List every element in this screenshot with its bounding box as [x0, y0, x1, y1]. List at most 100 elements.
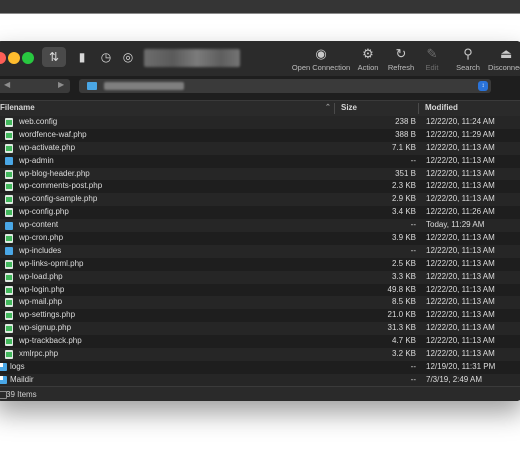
file-name: wp-content — [19, 220, 59, 230]
file-name: logs — [10, 361, 25, 371]
file-modified: 7/3/19, 2:49 AM — [426, 374, 483, 384]
file-modified: 12/22/20, 11:13 AM — [426, 310, 495, 320]
file-name: wp-cron.php — [19, 233, 64, 243]
php-file-icon — [5, 350, 13, 360]
file-row[interactable]: logs -- 12/19/20, 11:31 PM — [0, 360, 520, 374]
file-modified: 12/22/20, 11:13 AM — [426, 349, 495, 359]
zoom-window-button[interactable] — [22, 52, 34, 64]
minimize-window-button[interactable] — [8, 52, 20, 64]
folder-alias-icon — [0, 363, 7, 372]
file-size: 3.2 KB — [391, 349, 416, 359]
chevron-up-icon: ⌃ — [325, 104, 331, 111]
file-row[interactable]: wp-content -- Today, 11:29 AM — [0, 219, 520, 233]
php-file-icon — [5, 130, 13, 140]
file-name: wp-signup.php — [19, 323, 72, 333]
file-size: 3.4 KB — [391, 207, 416, 217]
file-row[interactable]: wp-config.php 3.4 KB 12/22/20, 11:26 AM — [0, 206, 520, 220]
file-modified: 12/22/20, 11:13 AM — [426, 181, 495, 191]
file-size: 2.3 KB — [391, 181, 416, 191]
file-name: wp-comments-post.php — [19, 181, 103, 191]
status-bar: 39 Items — [0, 386, 520, 401]
file-row[interactable]: wp-mail.php 8.5 KB 12/22/20, 11:13 AM — [0, 296, 520, 310]
file-row[interactable]: wp-login.php 49.8 KB 12/22/20, 11:13 AM — [0, 283, 520, 297]
close-window-button[interactable] — [0, 52, 6, 64]
top-divider — [0, 13, 520, 14]
disconnect-label: Disconnect — [488, 63, 520, 72]
file-row[interactable]: wp-trackback.php 4.7 KB 12/22/20, 11:13 AM — [0, 335, 520, 349]
file-row[interactable]: wp-activate.php 7.1 KB 12/22/20, 11:13 AM — [0, 141, 520, 155]
path-bar: ◀ ▶ ↕ — [0, 79, 520, 99]
file-row[interactable]: xmlrpc.php 3.2 KB 12/22/20, 11:13 AM — [0, 348, 520, 361]
file-row[interactable]: wp-blog-header.php 351 B 12/22/20, 11:13 A… — [0, 167, 520, 181]
item-count: 39 Items — [6, 390, 37, 399]
file-size: 21.0 KB — [387, 310, 416, 320]
file-list: web.config 238 B 12/22/20, 11:24 AM wordfen… — [0, 116, 520, 387]
file-modified: 12/22/20, 11:13 AM — [426, 142, 495, 152]
file-name: wp-config.php — [19, 207, 69, 217]
file-size: 238 B — [395, 117, 416, 126]
file-row[interactable]: wp-config-sample.php 2.9 KB 12/22/20, 11:1… — [0, 193, 520, 207]
refresh-icon: ↻ — [395, 46, 407, 61]
file-row[interactable]: wp-admin -- 12/22/20, 11:13 AM — [0, 154, 520, 168]
file-size: 31.3 KB — [387, 323, 416, 333]
file-modified: 12/22/20, 11:13 AM — [426, 245, 495, 255]
file-name: xmlrpc.php — [19, 349, 59, 359]
file-modified: 12/22/20, 11:24 AM — [426, 117, 495, 126]
browser-view-button[interactable]: ⇅ — [42, 47, 66, 67]
file-row[interactable]: wp-cron.php 3.9 KB 12/22/20, 11:13 AM — [0, 232, 520, 245]
file-name: wp-login.php — [19, 284, 65, 294]
php-file-icon — [5, 195, 13, 205]
path-redacted — [104, 82, 184, 90]
bookmarks-button[interactable]: ▮ — [74, 47, 90, 67]
file-row[interactable]: wp-comments-post.php 2.3 KB 12/22/20, 11:1… — [0, 180, 520, 194]
file-modified: Today, 11:29 AM — [426, 220, 485, 230]
action-button[interactable]: ⚙ Action — [354, 45, 382, 72]
file-row[interactable]: wp-load.php 3.3 KB 12/22/20, 11:13 AM — [0, 270, 520, 284]
refresh-button[interactable]: ↻ Refresh — [387, 45, 415, 72]
size-column-header[interactable]: Size — [341, 103, 357, 112]
file-row[interactable]: wp-settings.php 21.0 KB 12/22/20, 11:13 AM — [0, 309, 520, 323]
file-name: wp-trackback.php — [19, 336, 82, 346]
file-size: 388 B — [395, 129, 416, 139]
file-modified: 12/22/20, 11:13 AM — [426, 258, 495, 268]
forward-icon[interactable]: ▶ — [58, 80, 64, 89]
file-size: 3.3 KB — [391, 271, 416, 281]
edit-label: Edit — [425, 63, 439, 72]
php-file-icon — [5, 311, 13, 321]
ftp-browser-window: ⇅ ▮ ◷ ◎ ◉ Open Connection ⚙ Action ↻ Ref… — [0, 41, 520, 401]
file-row[interactable]: wordfence-waf.php 388 B 12/22/20, 11:29 AM — [0, 128, 520, 142]
back-icon[interactable]: ◀ — [4, 80, 10, 89]
file-row[interactable]: wp-signup.php 31.3 KB 12/22/20, 11:13 AM — [0, 322, 520, 336]
search-button[interactable]: ⚲ Search — [454, 45, 482, 72]
bookmark-icon: ▮ — [78, 50, 86, 64]
open-connection-button[interactable]: ◉ Open Connection — [290, 45, 352, 72]
gear-icon: ⚙ — [362, 46, 374, 61]
php-file-icon — [5, 118, 13, 127]
file-name: wp-mail.php — [19, 297, 63, 307]
file-name: wp-includes — [19, 245, 62, 255]
file-size: 49.8 KB — [387, 284, 416, 294]
folder-icon — [5, 221, 13, 230]
file-row[interactable]: Maildir -- 7/3/19, 2:49 AM — [0, 373, 520, 387]
file-row[interactable]: web.config 238 B 12/22/20, 11:24 AM — [0, 116, 520, 129]
file-row[interactable]: wp-links-opml.php 2.5 KB 12/22/20, 11:13 A… — [0, 257, 520, 271]
disconnect-button[interactable]: ⏏ Disconnect — [488, 45, 520, 72]
file-name: wp-links-opml.php — [19, 258, 84, 268]
filename-column-header[interactable]: Filename — [0, 103, 35, 112]
globe-plus-icon: ◉ — [315, 46, 327, 61]
file-modified: 12/22/20, 11:13 AM — [426, 155, 495, 165]
modified-column-header[interactable]: Modified — [425, 103, 458, 112]
file-modified: 12/22/20, 11:13 AM — [426, 194, 495, 204]
php-file-icon — [5, 169, 13, 179]
path-dropdown-icon[interactable]: ↕ — [478, 81, 488, 91]
bonjour-button[interactable]: ◎ — [120, 47, 136, 67]
file-size: 8.5 KB — [391, 297, 416, 307]
folder-icon — [5, 247, 13, 256]
file-row[interactable]: wp-includes -- 12/22/20, 11:13 AM — [0, 244, 520, 258]
edit-button[interactable]: ✎ Edit — [422, 45, 442, 72]
file-modified: 12/22/20, 11:13 AM — [426, 297, 495, 307]
history-button[interactable]: ◷ — [98, 47, 114, 67]
path-selector[interactable]: ↕ — [79, 79, 491, 93]
file-name: wp-settings.php — [19, 310, 76, 320]
folder-icon — [5, 157, 13, 166]
